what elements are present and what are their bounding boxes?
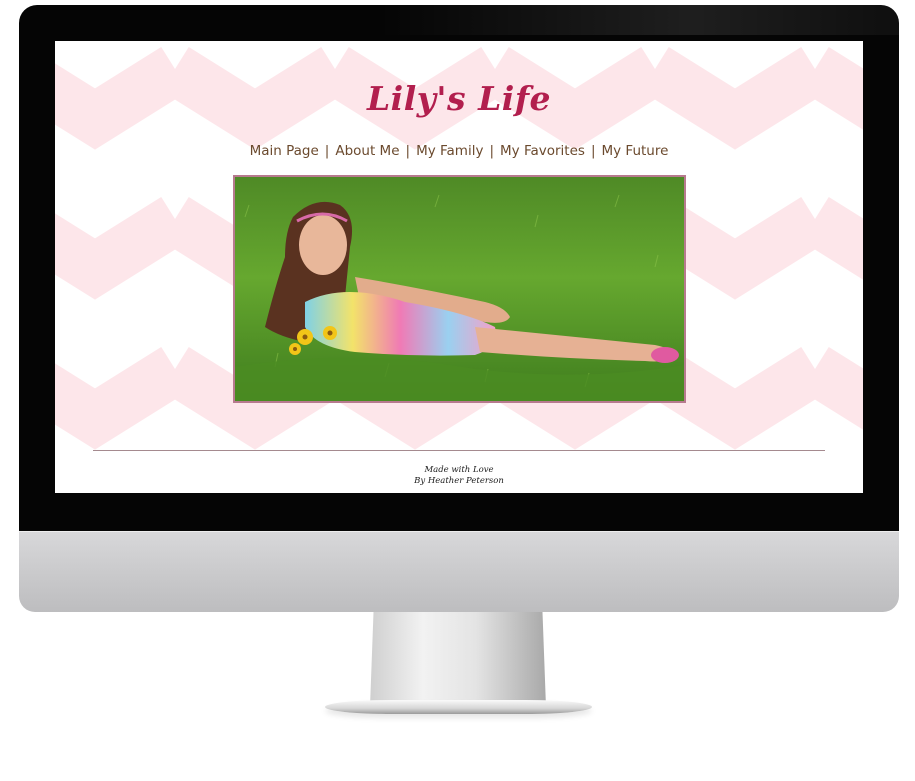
nav-separator: | xyxy=(590,143,596,159)
monitor-stand xyxy=(370,612,546,707)
footer-divider xyxy=(93,450,825,451)
hero-photo xyxy=(233,175,686,403)
footer-line-author: By Heather Peterson xyxy=(414,476,504,486)
nav-link-my-family[interactable]: My Family xyxy=(416,143,483,159)
nav-link-my-future[interactable]: My Future xyxy=(602,143,669,159)
footer-credit: Made with Love By Heather Peterson xyxy=(55,465,863,487)
main-navigation: Main Page | About Me | My Family | My Favorite… xyxy=(55,143,863,159)
site-title: Lily's Life xyxy=(366,79,552,118)
monitor-stand-base xyxy=(325,700,592,714)
nav-link-main-page[interactable]: Main Page xyxy=(250,143,319,159)
nav-separator: | xyxy=(489,143,495,159)
monitor-chin xyxy=(19,531,899,612)
nav-separator: | xyxy=(324,143,330,159)
bezel-glare xyxy=(379,5,899,35)
nav-separator: | xyxy=(405,143,411,159)
nav-link-about-me[interactable]: About Me xyxy=(335,143,399,159)
girl-lying-in-grass-photo xyxy=(235,177,684,401)
footer-line-made-with-love: Made with Love xyxy=(424,465,494,475)
nav-link-my-favorites[interactable]: My Favorites xyxy=(500,143,585,159)
website-screen: Lily's Life Main Page | About Me | My Family… xyxy=(55,41,863,493)
